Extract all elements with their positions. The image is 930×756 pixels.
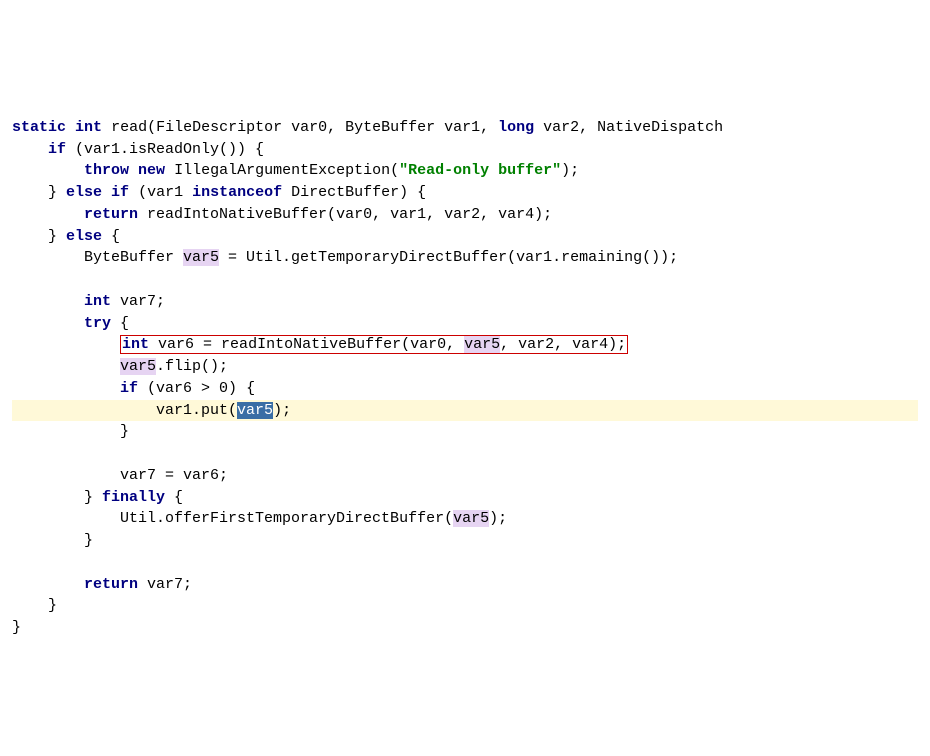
string-literal: "Read-only buffer" [399,162,561,179]
code-line: return readIntoNativeBuffer(var0, var1, … [12,206,552,223]
keyword-new: new [138,162,165,179]
code-editor[interactable]: static int read(FileDescriptor var0, Byt… [12,95,918,639]
keyword-else: else [66,184,102,201]
keyword-return: return [84,576,138,593]
var-highlight: var5 [453,510,489,527]
keyword-int: int [84,293,111,310]
code-line: int var7; [12,293,165,310]
code-line: var5.flip(); [12,358,228,375]
code-line: if (var1.isReadOnly()) { [12,141,264,158]
selection: var5 [237,402,273,419]
code-line: if (var6 > 0) { [12,380,255,397]
keyword-int: int [75,119,102,136]
code-line: Util.offerFirstTemporaryDirectBuffer(var… [12,510,507,527]
code-line: } else if (var1 instanceof DirectBuffer)… [12,184,426,201]
keyword-instanceof: instanceof [192,184,282,201]
code-line: static int read(FileDescriptor var0, Byt… [12,119,723,136]
keyword-long: long [498,119,534,136]
code-line: return var7; [12,576,192,593]
code-line: } [12,423,129,440]
var-highlight: var5 [464,336,500,353]
keyword-if: if [48,141,66,158]
code-line: throw new IllegalArgumentException("Read… [12,162,579,179]
code-line: var7 = var6; [12,467,228,484]
var-highlight: var5 [183,249,219,266]
code-line: } [12,532,93,549]
keyword-int: int [122,336,149,353]
highlighted-line: var1.put(var5); [12,400,918,422]
keyword-throw: throw [84,162,129,179]
var-highlight: var5 [120,358,156,375]
keyword-try: try [84,315,111,332]
code-line: } finally { [12,489,183,506]
keyword-return: return [84,206,138,223]
code-line: try { [12,315,129,332]
keyword-else: else [66,228,102,245]
code-line: int var6 = readIntoNativeBuffer(var0, va… [12,335,628,354]
keyword-finally: finally [102,489,165,506]
annotation-redbox: int var6 = readIntoNativeBuffer(var0, va… [120,335,628,354]
code-line: } [12,619,21,636]
keyword-static: static [12,119,66,136]
keyword-if: if [111,184,129,201]
keyword-if: if [120,380,138,397]
code-line: } else { [12,228,120,245]
code-line: ByteBuffer var5 = Util.getTemporaryDirec… [12,249,678,266]
